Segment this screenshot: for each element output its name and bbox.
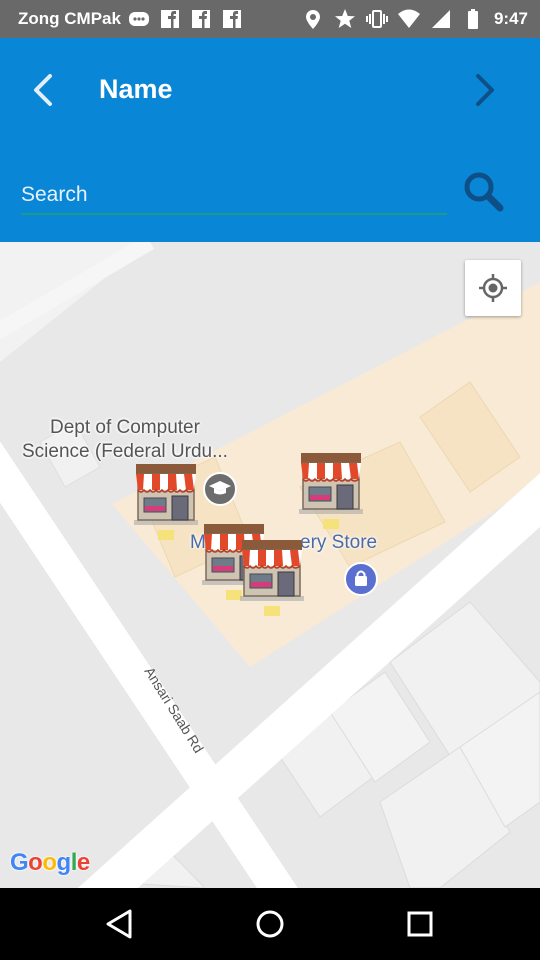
signal-icon bbox=[432, 10, 450, 28]
search-input[interactable] bbox=[21, 177, 447, 215]
store-icon bbox=[240, 540, 304, 601]
map-view[interactable]: Dept of Computer Science (Federal Urdu..… bbox=[0, 242, 540, 888]
back-button[interactable] bbox=[26, 68, 62, 112]
google-logo: Google bbox=[10, 849, 90, 877]
star-icon bbox=[335, 9, 355, 28]
chevron-left-icon bbox=[34, 74, 52, 106]
system-icons bbox=[302, 8, 484, 30]
facebook-icon bbox=[192, 10, 210, 28]
store-marker[interactable] bbox=[130, 458, 202, 530]
poi-label[interactable]: Dept of Computer Science (Federal Urdu..… bbox=[22, 416, 228, 464]
store-icon bbox=[299, 453, 363, 514]
wifi-icon bbox=[398, 9, 420, 28]
bag-glyph-icon bbox=[355, 570, 367, 586]
location-icon bbox=[306, 10, 320, 29]
marker-stem bbox=[323, 519, 339, 529]
my-location-icon bbox=[479, 274, 507, 302]
google-letter: G bbox=[10, 849, 29, 876]
school-icon[interactable] bbox=[203, 472, 237, 506]
chevron-right-icon bbox=[476, 74, 494, 106]
store-label-end[interactable]: ery Store bbox=[300, 532, 377, 554]
facebook-icon bbox=[223, 10, 241, 28]
back-triangle-icon bbox=[106, 909, 132, 939]
home-circle-icon bbox=[256, 910, 284, 938]
app-bar: Name bbox=[0, 38, 540, 242]
google-letter: o bbox=[42, 849, 57, 876]
vibrate-icon bbox=[366, 10, 388, 28]
google-letter: o bbox=[28, 849, 43, 876]
clock: 9:47 bbox=[493, 9, 528, 28]
messenger-icon bbox=[129, 12, 149, 26]
poi-label-line: Dept of Computer bbox=[49, 417, 200, 438]
graduation-cap-icon bbox=[209, 481, 231, 495]
marker-stem bbox=[264, 606, 280, 616]
facebook-icon bbox=[161, 10, 179, 28]
notification-icons bbox=[128, 8, 243, 30]
marker-stem bbox=[158, 530, 174, 540]
nav-home-button[interactable] bbox=[252, 906, 288, 942]
recents-square-icon bbox=[407, 911, 433, 937]
shopping-bag-icon[interactable] bbox=[344, 562, 378, 596]
navigation-bar bbox=[0, 888, 540, 960]
google-letter: e bbox=[76, 849, 90, 876]
nav-recents-button[interactable] bbox=[402, 906, 438, 942]
store-marker[interactable] bbox=[295, 447, 367, 519]
search-icon bbox=[464, 172, 504, 212]
battery-icon bbox=[468, 9, 478, 29]
nav-back-button[interactable] bbox=[102, 906, 138, 942]
google-letter: g bbox=[56, 849, 72, 876]
search-button[interactable] bbox=[460, 168, 508, 216]
carrier-name: Zong CMPak bbox=[18, 9, 121, 28]
page-title: Name bbox=[99, 74, 173, 104]
status-bar: Zong CMPak 9:47 bbox=[0, 0, 540, 38]
my-location-button[interactable] bbox=[465, 260, 521, 316]
store-icon bbox=[134, 464, 198, 525]
forward-button[interactable] bbox=[466, 68, 502, 112]
store-marker[interactable] bbox=[236, 534, 308, 606]
